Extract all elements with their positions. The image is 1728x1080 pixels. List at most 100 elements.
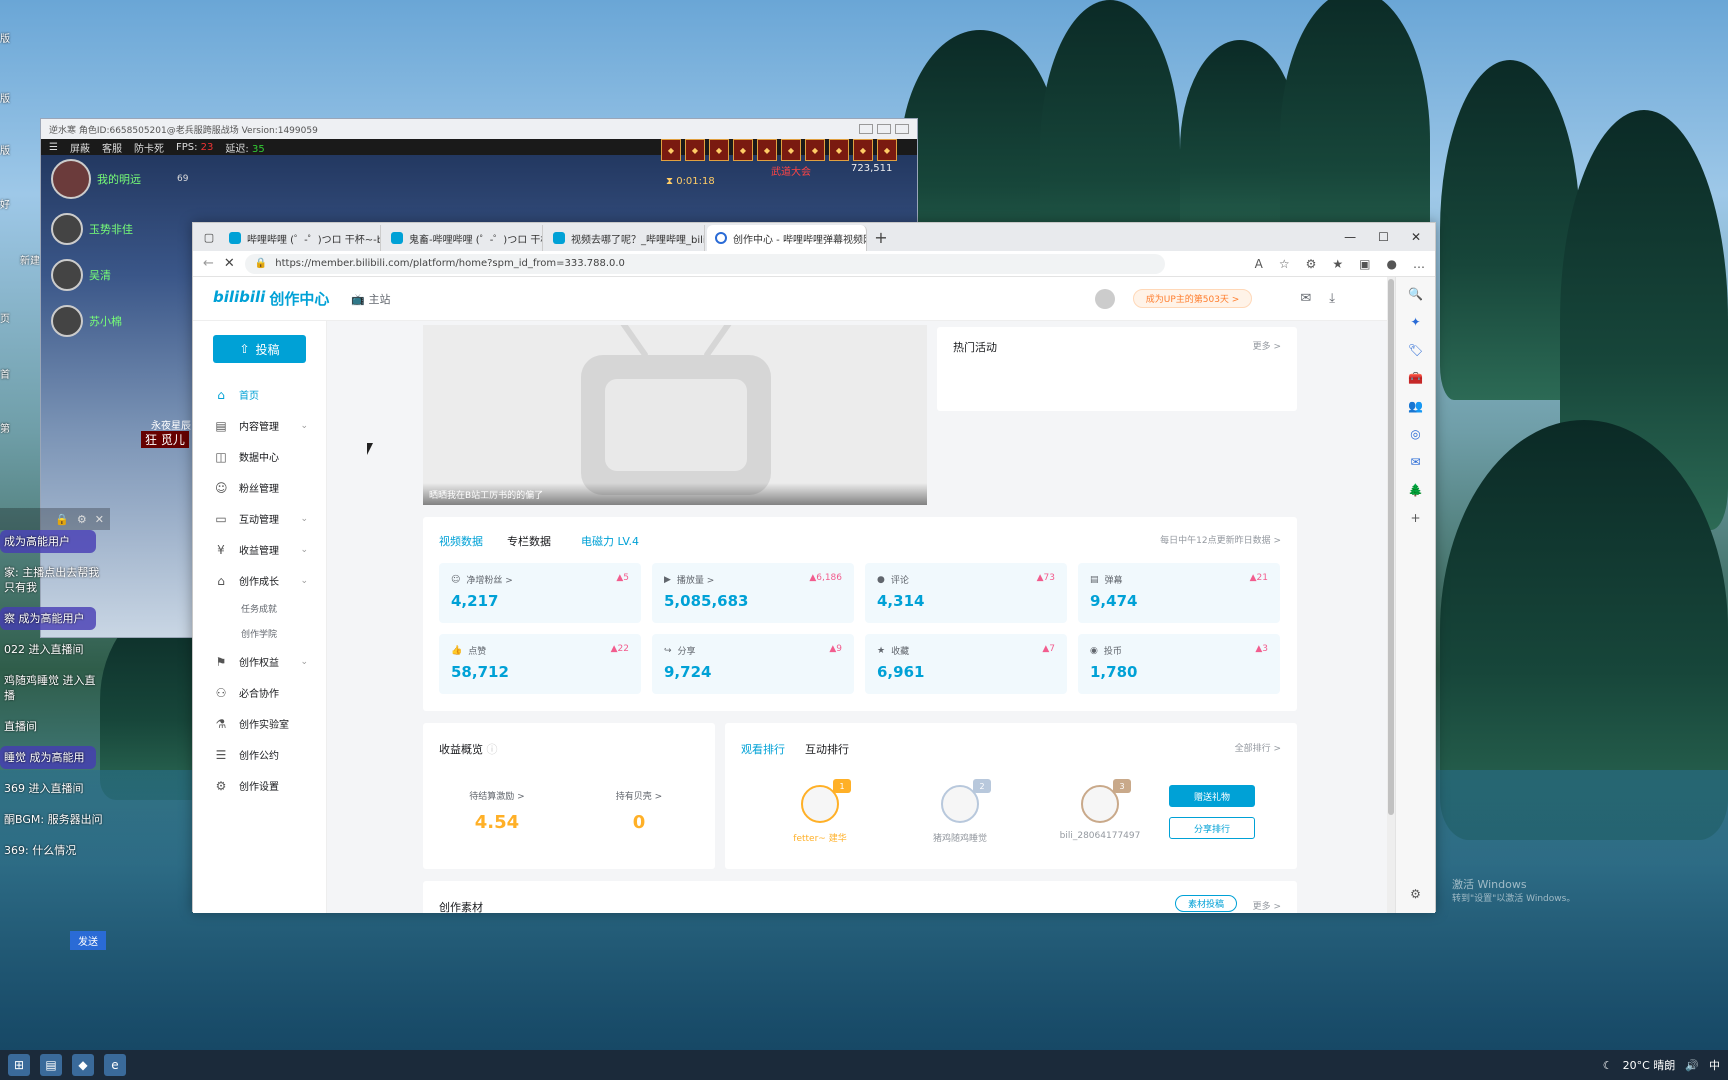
sidebar-item[interactable]: ▤ 内容管理 ⌄ <box>193 410 326 441</box>
upload-button[interactable]: ⇧ 投稿 <box>213 335 306 363</box>
stat-cell[interactable]: ☺ 净增粉丝 > 4,217 ▲5 <box>439 563 641 623</box>
home-link[interactable]: 📺 主站 <box>351 291 390 307</box>
stat-cell[interactable]: ▤ 弹幕 9,474 ▲21 <box>1078 563 1280 623</box>
close-button[interactable]: ✕ <box>1411 230 1421 244</box>
chevron-down-icon[interactable]: ⌄ <box>300 545 308 555</box>
tab-electromagnetic-level[interactable]: 电磁力 LV.4 <box>581 533 639 549</box>
party-member[interactable]: 我的明远 69 <box>51 159 231 199</box>
desktop-icon-label[interactable]: 版 <box>0 90 10 105</box>
scrollbar[interactable] <box>1387 277 1395 913</box>
weather-icon[interactable]: ☾ <box>1603 1059 1613 1072</box>
sidebar-sub-academy[interactable]: 创作学院 <box>193 621 326 646</box>
new-tab-button[interactable]: + <box>869 225 893 251</box>
send-button[interactable]: 发送 <box>70 931 106 950</box>
ranking-user[interactable]: 2 猪鸡随鸡睡觉 <box>905 779 1015 844</box>
desktop-icon-label[interactable]: 第 <box>0 420 10 435</box>
sidebar-sub-tasks[interactable]: 任务成就 <box>193 596 326 621</box>
support-button[interactable]: 客服 <box>102 140 122 155</box>
hud-icon[interactable]: ◆ <box>805 139 825 161</box>
read-aloud-icon[interactable]: A <box>1255 257 1263 271</box>
desktop-icon-label[interactable]: 页 <box>0 310 10 325</box>
stat-cell[interactable]: ↪ 分享 9,724 ▲9 <box>652 634 854 694</box>
explorer-icon[interactable]: ▤ <box>40 1054 62 1076</box>
sidebar-item[interactable]: ¥ 收益管理 ⌄ <box>193 534 326 565</box>
hud-icon[interactable]: ◆ <box>781 139 801 161</box>
minimize-button[interactable]: — <box>1344 230 1356 244</box>
block-button[interactable]: 屏蔽 <box>70 140 90 155</box>
hot-more-link[interactable]: 更多 > <box>1253 339 1281 352</box>
sidebar-item[interactable]: ⚇ 必合协作 <box>193 677 326 708</box>
all-ranking-link[interactable]: 全部排行 > <box>1235 741 1281 754</box>
sidebar-item[interactable]: ☺ 粉丝管理 <box>193 472 326 503</box>
edge-icon[interactable]: e <box>104 1054 126 1076</box>
sidebar-item[interactable]: ⚗ 创作实验室 <box>193 708 326 739</box>
hud-icon[interactable]: ◆ <box>829 139 849 161</box>
stats-update-note[interactable]: 每日中午12点更新昨日数据 > <box>1160 533 1281 546</box>
desktop-icon-label[interactable]: 好 <box>0 196 10 211</box>
hud-icon[interactable]: ◆ <box>733 139 753 161</box>
lock-icon[interactable]: 🔒 <box>55 513 69 526</box>
hud-icon[interactable]: ◆ <box>709 139 729 161</box>
help-icon[interactable]: ⓘ <box>487 743 498 756</box>
download-icon[interactable]: ⤓ <box>1329 291 1335 306</box>
tab-actions-icon[interactable]: ▢ <box>199 225 219 251</box>
shopping-icon[interactable]: 🏷 <box>1408 343 1423 357</box>
income-shells[interactable]: 持有贝壳 > 0 <box>579 789 699 833</box>
hud-icon[interactable]: ◆ <box>685 139 705 161</box>
material-submit-button[interactable]: 素材投稿 <box>1174 895 1237 912</box>
stat-cell[interactable]: ◉ 投币 1,780 ▲3 <box>1078 634 1280 694</box>
gear-icon[interactable]: ⚙ <box>77 513 87 526</box>
chevron-down-icon[interactable]: ⌄ <box>300 576 308 586</box>
sidebar-item[interactable]: ⌂ 创作成长 ⌄ <box>193 565 326 596</box>
desktop-icon-label[interactable]: 首 <box>0 366 10 381</box>
browser-tab[interactable]: 鬼畜-哔哩哔哩 (゜-゜)つロ 干杯~✕ <box>383 225 543 251</box>
stop-icon[interactable]: ✕ <box>224 256 235 271</box>
close-button[interactable] <box>895 124 909 134</box>
weather-label[interactable]: 20°C 晴朗 <box>1623 1057 1676 1073</box>
banner[interactable]: 晒晒我在B站工厉书的的偏了 <box>423 325 927 505</box>
hud-icon[interactable]: ◆ <box>877 139 897 161</box>
search-icon[interactable]: 🔍 <box>1408 287 1423 301</box>
stat-cell[interactable]: ▶ 播放量 > 5,085,683 ▲6,186 <box>652 563 854 623</box>
sidebar-item[interactable]: ⌂ 首页 <box>193 379 326 410</box>
stat-cell[interactable]: ★ 收藏 6,961 ▲7 <box>865 634 1067 694</box>
browser-tab[interactable]: 哔哩哔哩 (゜-゜)つロ 干杯~-bilibili✕ <box>221 225 381 251</box>
income-pending[interactable]: 待结算激励 > 4.54 <box>437 789 557 833</box>
send-gift-button[interactable]: 赠送礼物 <box>1169 785 1255 807</box>
office-icon[interactable]: ◎ <box>1410 427 1420 441</box>
maximize-button[interactable]: ☐ <box>1378 230 1389 244</box>
tab-video-data[interactable]: 视频数据 <box>439 533 483 549</box>
desktop-icon-label[interactable]: 版 <box>0 30 10 45</box>
menu-icon[interactable]: ☰ <box>49 142 58 153</box>
gear-icon[interactable]: ⚙ <box>1410 887 1421 901</box>
tab-column-data[interactable]: 专栏数据 <box>507 533 551 549</box>
tab-view-ranking[interactable]: 观看排行 <box>741 741 785 757</box>
desktop-icon-label[interactable]: 新建 <box>20 252 40 267</box>
favorites-icon[interactable]: ★ <box>1332 257 1343 271</box>
chevron-down-icon[interactable]: ⌄ <box>300 657 308 667</box>
browser-tab-active[interactable]: 创作中心 - 哔哩哔哩弹幕视频网✕ <box>707 225 867 251</box>
url-field[interactable]: 🔒 https://member.bilibili.com/platform/ho… <box>244 253 1165 274</box>
back-icon[interactable]: ← <box>203 256 214 271</box>
tree-icon[interactable]: 🌲 <box>1408 483 1423 497</box>
hud-icon[interactable]: ◆ <box>661 139 681 161</box>
favorite-add-icon[interactable]: ☆ <box>1279 257 1290 271</box>
mail-icon[interactable]: ✉ <box>1300 291 1311 306</box>
people-icon[interactable]: 👥 <box>1408 399 1423 413</box>
close-icon[interactable]: ✕ <box>95 513 104 526</box>
stat-cell[interactable]: 👍 点赞 58,712 ▲22 <box>439 634 641 694</box>
app-icon[interactable]: ◆ <box>72 1054 94 1076</box>
stat-cell[interactable]: ● 评论 4,314 ▲73 <box>865 563 1067 623</box>
share-ranking-button[interactable]: 分享排行 <box>1169 817 1255 839</box>
hud-icon[interactable]: ◆ <box>757 139 777 161</box>
sidebar-item[interactable]: ▭ 互动管理 ⌄ <box>193 503 326 534</box>
copilot-icon[interactable]: ✦ <box>1410 315 1420 329</box>
ime-indicator[interactable]: 中 <box>1709 1057 1720 1073</box>
tools-icon[interactable]: 🧰 <box>1408 371 1423 385</box>
sidebar-item[interactable]: ⚑ 创作权益 ⌄ <box>193 646 326 677</box>
sidebar-item[interactable]: ☰ 创作公约 <box>193 739 326 770</box>
start-icon[interactable]: ⊞ <box>8 1054 30 1076</box>
unstuck-button[interactable]: 防卡死 <box>134 140 164 155</box>
browser-tab[interactable]: 视频去哪了呢？_哔哩哔哩_bilibili✕ <box>545 225 705 251</box>
volume-icon[interactable]: 🔊 <box>1685 1059 1699 1072</box>
